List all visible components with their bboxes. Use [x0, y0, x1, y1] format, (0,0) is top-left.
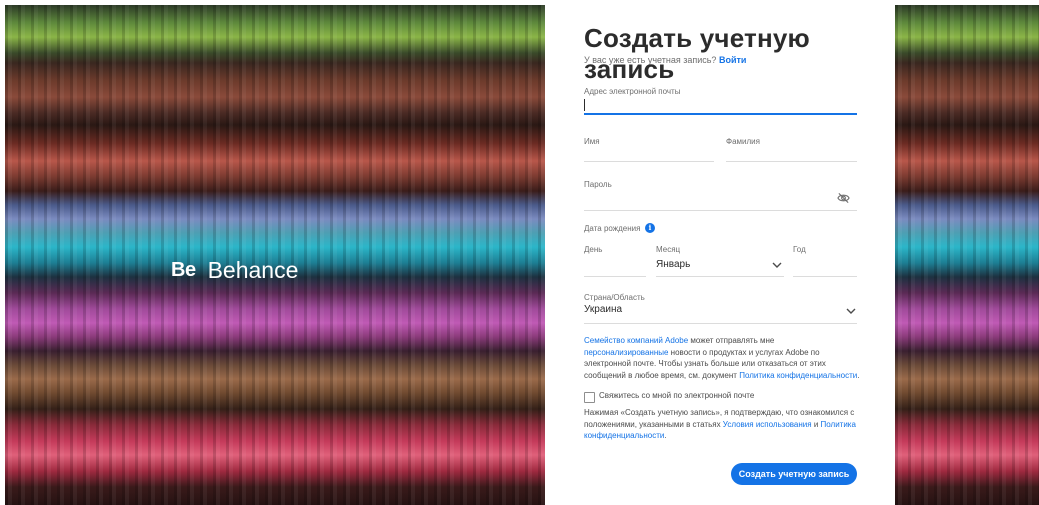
day-label: День [584, 245, 603, 254]
painted-stripes-right [895, 5, 1039, 505]
year-underline [793, 276, 857, 277]
have-account-text: У вас уже есть учетная запись? [584, 55, 717, 65]
email-label: Адрес электронной почты [584, 87, 681, 96]
country-select[interactable]: Украина [584, 302, 857, 320]
last-name-field[interactable] [726, 145, 857, 161]
consent-paragraph: Семейство компаний Adobe может отправлят… [584, 336, 860, 380]
month-label: Месяц [656, 245, 681, 254]
behance-wordmark: Behance [207, 257, 299, 283]
eye-off-icon[interactable] [837, 192, 850, 204]
dob-label: Дата рождения [584, 224, 641, 233]
have-account-line: У вас уже есть учетная запись? Войти [584, 55, 746, 65]
consent-text-mid: может отправлять мне [688, 336, 775, 345]
adobe-family-link[interactable]: Семейство компаний Adobe [584, 336, 688, 345]
privacy-policy-link[interactable]: Политика конфиденциальности [739, 371, 857, 380]
first-name-field[interactable] [584, 145, 714, 161]
chevron-down-icon [846, 308, 856, 314]
painted-stripes [5, 5, 545, 505]
month-value: Январь [656, 259, 691, 270]
email-field[interactable] [584, 97, 857, 113]
signup-panel: Создать учетную запись У вас уже есть уч… [547, 5, 895, 505]
year-field[interactable] [793, 257, 857, 275]
password-label: Пароль [584, 180, 612, 189]
behance-mark: Be [171, 259, 196, 281]
checkbox-label: Свяжитесь со мной по электронной почте [599, 391, 755, 400]
background-artwork-right [895, 5, 1039, 505]
info-icon[interactable]: i [645, 223, 655, 233]
first-name-underline [584, 161, 714, 162]
terms-of-use-link[interactable]: Условия использования [723, 420, 812, 429]
contact-checkbox[interactable] [584, 392, 595, 403]
background-artwork-left: Be Behance [5, 5, 545, 505]
password-underline [584, 210, 857, 211]
chevron-down-icon [772, 262, 782, 268]
last-name-underline [726, 161, 857, 162]
create-account-button[interactable]: Создать учетную запись [731, 463, 857, 485]
page-title: Создать учетную запись [584, 23, 810, 84]
country-label: Страна/Область [584, 293, 645, 302]
behance-logo: Be Behance [171, 257, 298, 284]
month-underline [656, 276, 784, 277]
sign-in-link[interactable]: Войти [719, 55, 746, 65]
day-field[interactable] [584, 257, 646, 275]
password-field[interactable] [584, 191, 857, 209]
personalized-link[interactable]: персонализированные [584, 348, 668, 357]
email-underline [584, 113, 857, 115]
country-value: Украина [584, 304, 623, 315]
country-underline [584, 323, 857, 324]
year-label: Год [793, 245, 806, 254]
terms-and: и [811, 419, 821, 429]
terms-paragraph: Нажимая «Создать учетную запись», я подт… [584, 408, 856, 440]
month-select[interactable]: Январь [656, 257, 784, 275]
day-underline [584, 276, 646, 277]
